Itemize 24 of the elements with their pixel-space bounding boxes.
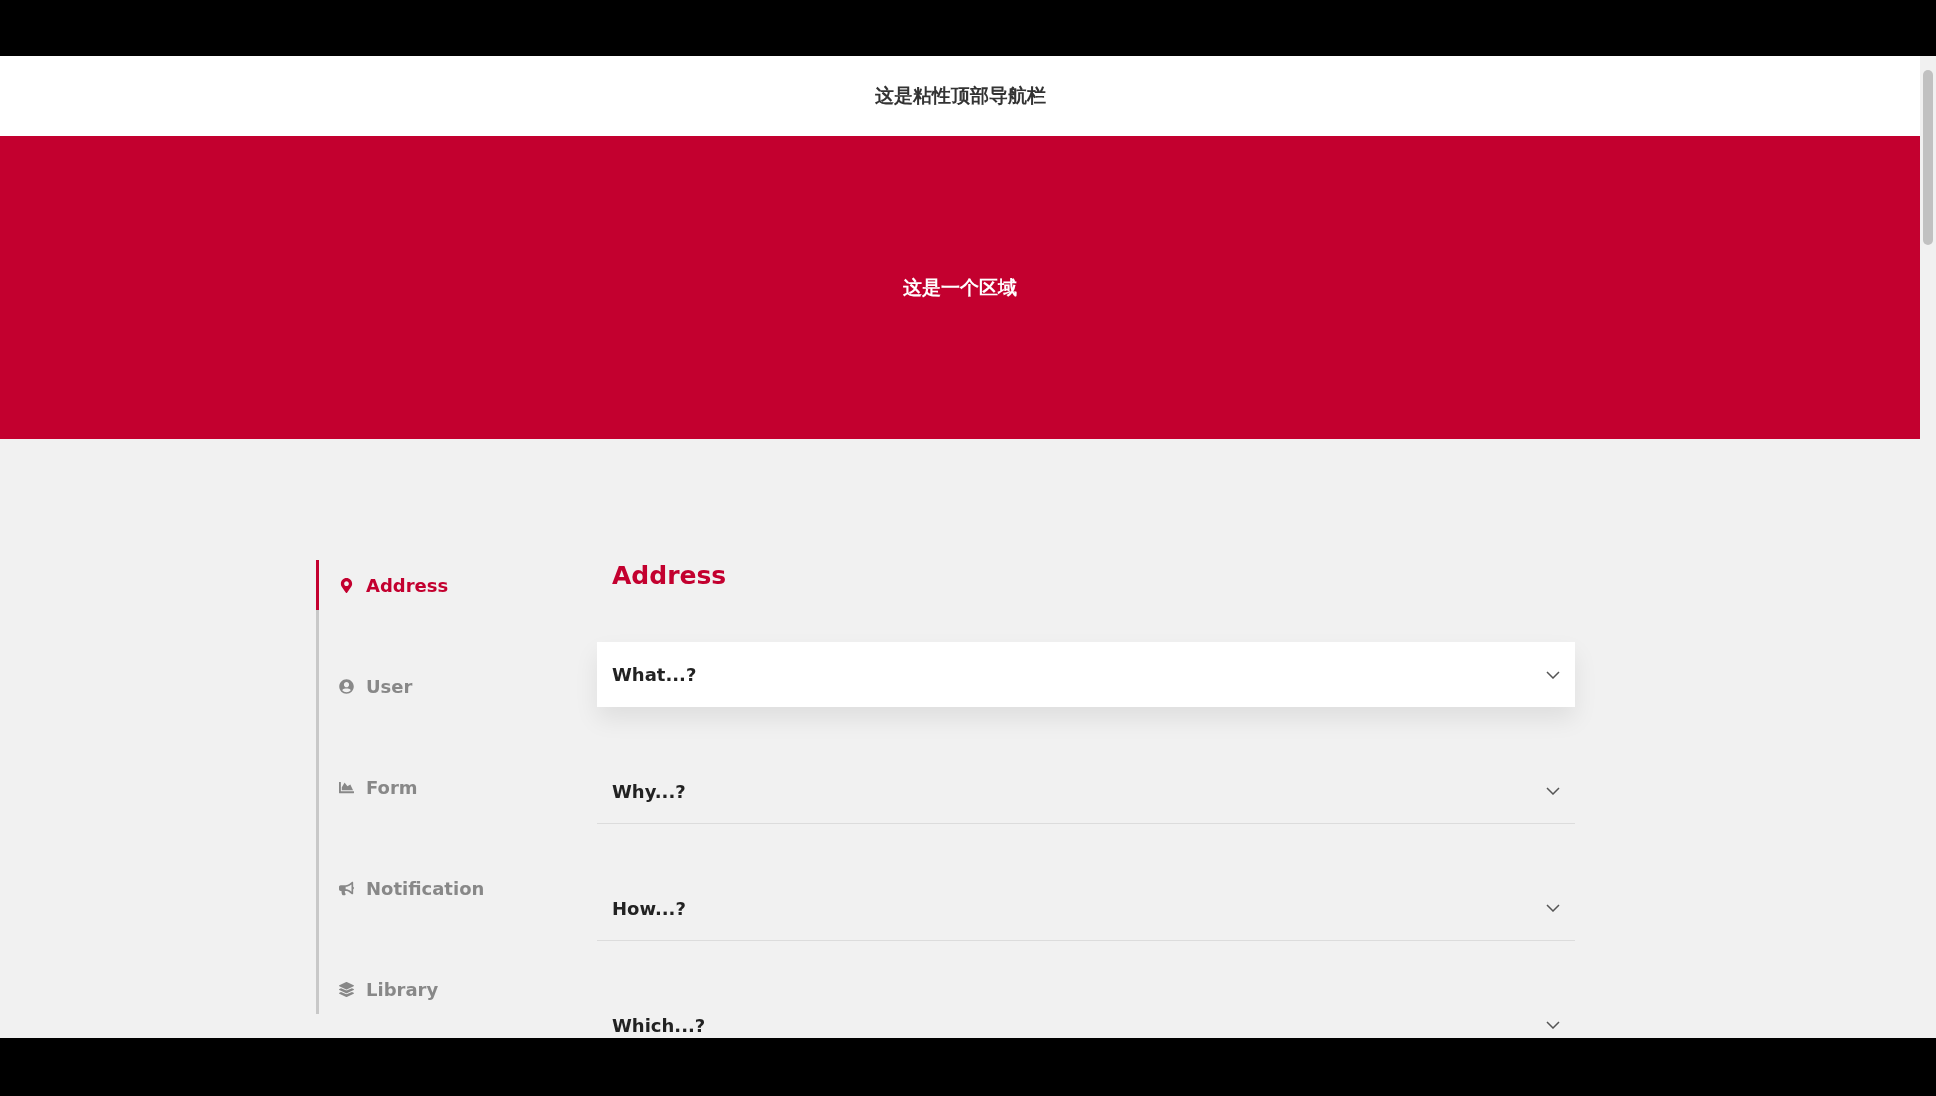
- layers-icon: [339, 981, 354, 997]
- navbar-title: 这是粘性顶部导航栏: [874, 83, 1046, 108]
- accordion-item[interactable]: How...?: [597, 876, 1575, 941]
- accordion-item[interactable]: Why...?: [597, 759, 1575, 824]
- chevron-down-icon: [1546, 1021, 1560, 1029]
- map-pin-icon: [339, 577, 354, 593]
- sidebar-item[interactable]: Library: [316, 964, 597, 1014]
- accordion-label: What...?: [612, 664, 697, 685]
- sidebar-item[interactable]: Address: [316, 560, 597, 610]
- megaphone-icon: [339, 880, 354, 896]
- hero-text: 这是一个区域: [903, 274, 1017, 300]
- chevron-down-icon: [1546, 670, 1560, 679]
- accordion-label: Why...?: [612, 780, 686, 802]
- area-chart-icon: [339, 779, 354, 795]
- sidebar-item[interactable]: Form: [316, 762, 597, 812]
- chevron-down-icon: [1546, 904, 1560, 912]
- sidebar-item[interactable]: User: [316, 661, 597, 711]
- chevron-down-icon: [1546, 787, 1560, 795]
- section-title: Address: [612, 560, 728, 592]
- accordion-item[interactable]: What...?: [597, 642, 1575, 707]
- scrollbar-thumb[interactable]: [1923, 70, 1933, 245]
- sidebar-item[interactable]: Notification: [316, 863, 597, 913]
- accordion-label: Which...?: [612, 1014, 706, 1036]
- accordion-label: How...?: [612, 897, 686, 919]
